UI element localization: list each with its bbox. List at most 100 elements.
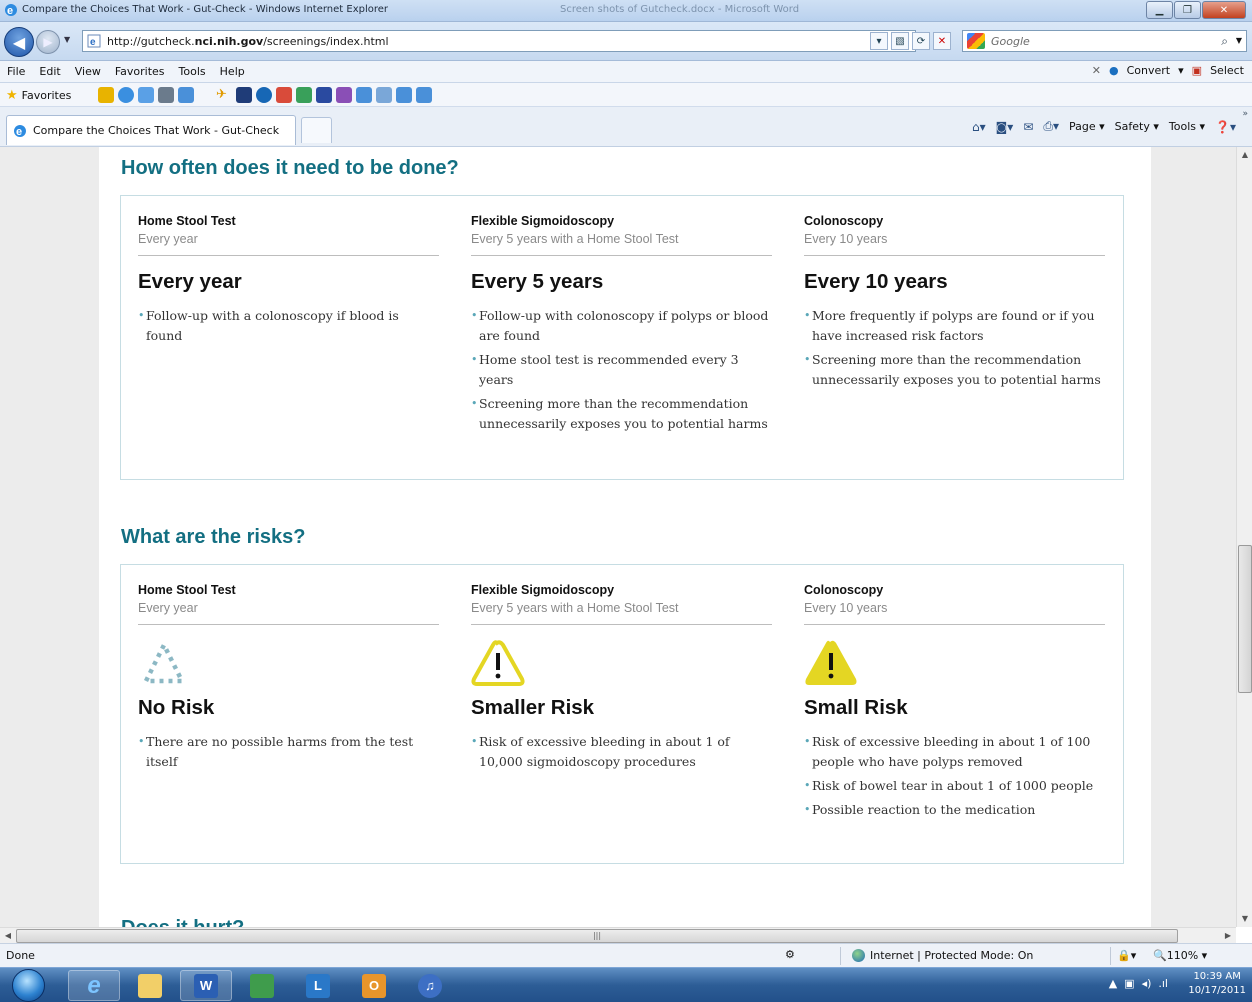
- scroll-left-arrow[interactable]: ◀: [0, 928, 16, 944]
- lync-icon: L: [306, 973, 330, 998]
- favorite-link-icon[interactable]: [376, 87, 392, 103]
- search-options-dropdown[interactable]: ▼: [1236, 36, 1242, 45]
- taskbar-itunes[interactable]: ♫: [404, 970, 456, 1001]
- vertical-scroll-thumb[interactable]: [1238, 545, 1252, 693]
- privacy-report-icon[interactable]: ⚙: [785, 948, 795, 961]
- convert-button[interactable]: Convert: [1127, 64, 1171, 77]
- security-zone[interactable]: Internet | Protected Mode: On: [852, 949, 1033, 962]
- refresh-icon[interactable]: ⟳: [912, 32, 930, 50]
- menu-favorites[interactable]: Favorites: [108, 65, 172, 78]
- test-name: Colonoscopy: [804, 583, 884, 597]
- frequency-headline: Every 10 years: [804, 270, 948, 293]
- taskbar-outlook[interactable]: O: [348, 970, 400, 1001]
- menu-tools[interactable]: Tools: [172, 65, 213, 78]
- address-bar[interactable]: e http://gutcheck.nci.nih.gov/screenings…: [82, 30, 916, 52]
- search-placeholder: Google: [991, 34, 1030, 48]
- favorites-button[interactable]: ★ Favorites: [6, 88, 71, 103]
- test-frequency: Every year: [138, 601, 198, 615]
- convert-dropdown-icon[interactable]: ▾: [1178, 64, 1184, 77]
- divider: [804, 624, 1105, 625]
- recent-pages-dropdown[interactable]: ▼: [64, 35, 70, 44]
- address-dropdown[interactable]: ▾: [870, 32, 888, 50]
- clock-date: 10/17/2011: [1188, 985, 1246, 996]
- clock[interactable]: 10:39 AM 10/17/2011: [1188, 970, 1246, 998]
- add-favorite-icon[interactable]: [98, 87, 114, 103]
- zoom-level[interactable]: 🔍110% ▾: [1153, 949, 1207, 962]
- favorite-link-icon[interactable]: [138, 87, 154, 103]
- page-menu[interactable]: Page ▾: [1069, 120, 1105, 133]
- scroll-up-arrow[interactable]: ▲: [1237, 147, 1252, 163]
- test-name: Flexible Sigmoidoscopy: [471, 214, 615, 228]
- taskbar-communicator[interactable]: [236, 970, 288, 1001]
- background-window-title: Screen shots of Gutcheck.docx - Microsof…: [560, 4, 800, 15]
- divider: [138, 255, 439, 256]
- vertical-scrollbar[interactable]: ▲ ▼: [1236, 147, 1252, 927]
- taskbar-internet-explorer[interactable]: e: [68, 970, 120, 1001]
- minimize-button[interactable]: ▁: [1146, 1, 1173, 19]
- back-button[interactable]: ◀: [4, 27, 34, 57]
- protected-mode-icon[interactable]: 🔒▾: [1117, 949, 1136, 962]
- favorite-link-icon[interactable]: [276, 87, 292, 103]
- favorite-link-icon[interactable]: [416, 87, 432, 103]
- close-toolbar-icon[interactable]: ✕: [1092, 64, 1101, 77]
- taskbar-lync[interactable]: L: [292, 970, 344, 1001]
- search-icon[interactable]: ⌕: [1221, 34, 1228, 49]
- risk-col-flexible-sigmoidoscopy: Flexible Sigmoidoscopy Every 5 years wit…: [471, 583, 772, 776]
- help-icon[interactable]: ❓▾: [1215, 120, 1236, 134]
- frequency-notes: Follow-up with colonoscopy if polyps or …: [471, 306, 772, 434]
- frequency-col-colonoscopy: Colonoscopy Every 10 years Every 10 year…: [804, 214, 1105, 394]
- compatibility-view-icon[interactable]: ▧: [891, 32, 909, 50]
- favorite-link-icon[interactable]: [356, 87, 372, 103]
- favorite-link-icon[interactable]: [396, 87, 412, 103]
- feeds-icon[interactable]: ◙▾: [996, 120, 1014, 134]
- system-tray-icons[interactable]: ▲ ▣ ◂) .ıl: [1109, 977, 1168, 990]
- taskbar-file-explorer[interactable]: [124, 970, 176, 1001]
- tab-gut-check[interactable]: e Compare the Choices That Work - Gut-Ch…: [6, 115, 296, 145]
- scroll-down-arrow[interactable]: ▼: [1237, 911, 1252, 927]
- favorite-link-icon[interactable]: [256, 87, 272, 103]
- list-item: Home stool test is recommended every 3 y…: [471, 350, 772, 390]
- restore-button[interactable]: ❐: [1174, 1, 1201, 19]
- menu-edit[interactable]: Edit: [32, 65, 67, 78]
- new-tab-button[interactable]: [301, 117, 332, 143]
- favorites-bar: ★ Favorites ✈: [0, 83, 1252, 107]
- scroll-right-arrow[interactable]: ▶: [1220, 928, 1236, 944]
- favorite-link-icon[interactable]: [158, 87, 174, 103]
- favorite-link-icon[interactable]: [336, 87, 352, 103]
- select-button[interactable]: Select: [1210, 64, 1244, 77]
- close-button[interactable]: ✕: [1202, 1, 1246, 19]
- safety-menu[interactable]: Safety ▾: [1115, 120, 1159, 133]
- favorite-link-icon[interactable]: [178, 87, 194, 103]
- favorite-link-icon[interactable]: [118, 87, 134, 103]
- list-item: Screening more than the recommendation u…: [471, 394, 772, 434]
- menu-file[interactable]: File: [0, 65, 32, 78]
- stop-icon[interactable]: ✕: [933, 32, 951, 50]
- search-box[interactable]: Google ⌕ ▼: [962, 30, 1247, 52]
- menu-bar: File Edit View Favorites Tools Help ✕ ● …: [0, 61, 1252, 83]
- divider: [1110, 947, 1111, 965]
- risk-notes: Risk of excessive bleeding in about 1 of…: [471, 732, 772, 772]
- menu-view[interactable]: View: [68, 65, 108, 78]
- url-text[interactable]: http://gutcheck.nci.nih.gov/screenings/i…: [107, 35, 389, 48]
- smaller-risk-outline-warning-icon: [471, 640, 525, 686]
- favorite-link-icon[interactable]: [296, 87, 312, 103]
- chevron-more-icon[interactable]: »: [1242, 109, 1248, 119]
- menu-help[interactable]: Help: [213, 65, 252, 78]
- tools-menu[interactable]: Tools ▾: [1169, 120, 1205, 133]
- horizontal-scrollbar[interactable]: ◀ ||| ▶: [0, 927, 1236, 943]
- favorite-link-icon[interactable]: [236, 87, 252, 103]
- favorite-link-icon[interactable]: ✈: [216, 87, 232, 103]
- list-item: Possible reaction to the medication: [804, 800, 1105, 820]
- forward-button[interactable]: ▶: [36, 30, 60, 54]
- home-icon[interactable]: ⌂▾: [972, 120, 986, 134]
- no-risk-dotted-triangle-icon: [143, 642, 185, 684]
- mail-icon[interactable]: ✉: [1023, 120, 1033, 134]
- horizontal-scroll-thumb[interactable]: |||: [16, 929, 1178, 943]
- test-name: Colonoscopy: [804, 214, 884, 228]
- start-button[interactable]: [12, 969, 45, 1002]
- taskbar-word[interactable]: W: [180, 970, 232, 1001]
- favorite-link-icon[interactable]: [316, 87, 332, 103]
- print-icon[interactable]: ⎙▾: [1043, 119, 1059, 134]
- status-text: Done: [6, 949, 35, 962]
- divider: [840, 947, 841, 965]
